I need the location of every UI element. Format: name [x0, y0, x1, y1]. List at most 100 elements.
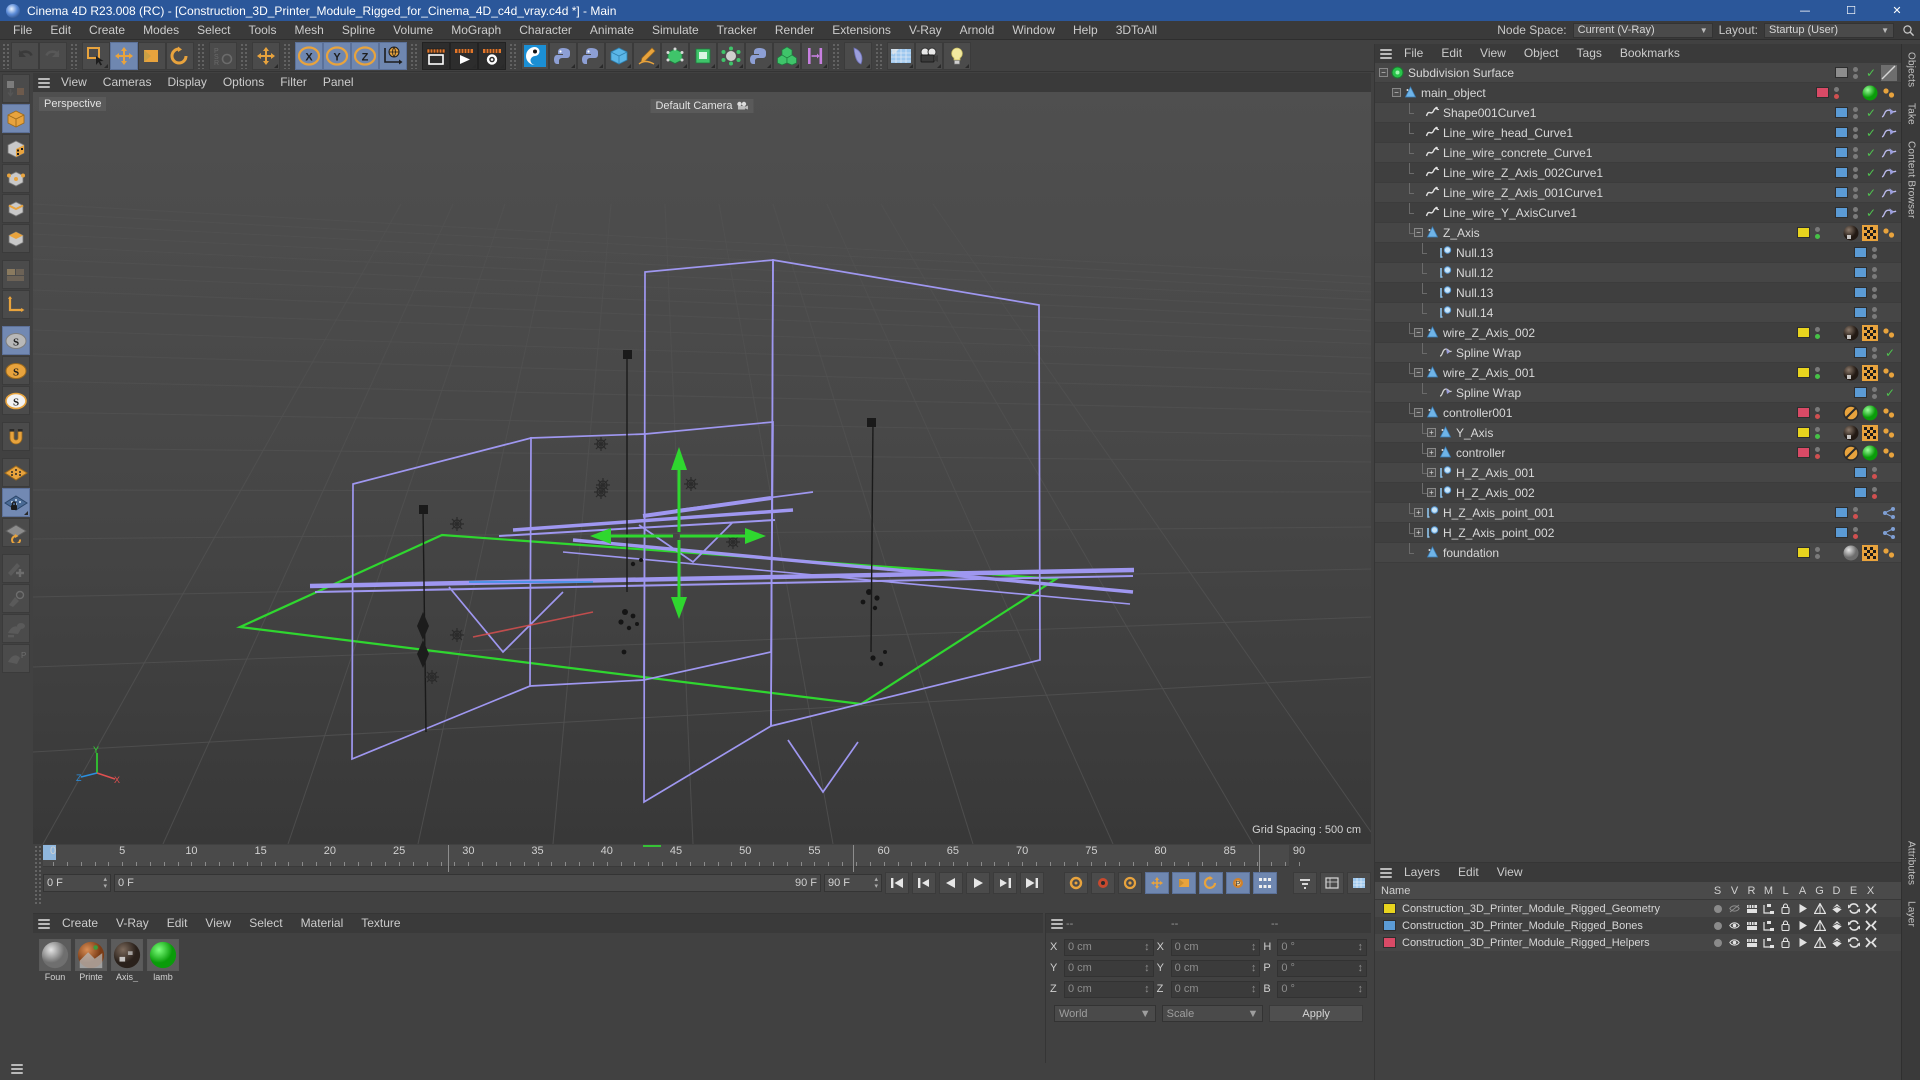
checker-icon[interactable]	[1862, 224, 1878, 241]
menu-tracker[interactable]: Tracker	[708, 21, 766, 40]
object-row[interactable]: Spline Wrap ✓	[1375, 382, 1901, 403]
tree-expander-minus-icon[interactable]: −	[1392, 88, 1401, 97]
layer-deformer-toggle[interactable]	[1828, 937, 1845, 948]
layer-expression-toggle[interactable]	[1845, 920, 1862, 931]
stepper-icon[interactable]: ▴ ▾	[874, 876, 878, 890]
layer-animation-toggle[interactable]	[1794, 920, 1811, 931]
object-color-swatch[interactable]	[1797, 427, 1810, 438]
object-row[interactable]: Null.14	[1375, 302, 1901, 323]
next-frame-button[interactable]	[993, 872, 1017, 894]
menu-select[interactable]: Select	[188, 21, 239, 40]
tree-expander-minus-icon[interactable]: −	[1414, 228, 1423, 237]
spline-wrap-icon[interactable]	[1881, 165, 1897, 181]
previous-frame-button[interactable]	[912, 872, 936, 894]
snap-settings-button[interactable]: S	[1, 356, 30, 385]
deformer-bend-button[interactable]	[844, 41, 872, 70]
dot-icon[interactable]	[1881, 445, 1897, 461]
object-tree[interactable]: − Subdivision Surface ✓ − main_object Shape00…	[1375, 63, 1901, 862]
menu-character[interactable]: Character	[510, 21, 581, 40]
layer-deformer-toggle[interactable]	[1828, 903, 1845, 914]
menu-mesh[interactable]: Mesh	[285, 21, 332, 40]
layer-visible-toggle[interactable]	[1726, 904, 1743, 913]
object-enable-checkmark[interactable]: ✓	[1864, 146, 1878, 160]
object-row[interactable]: + H_Z_Axis_001	[1375, 462, 1901, 483]
constraint-icon[interactable]	[1881, 525, 1897, 541]
viewport-menu-panel[interactable]: Panel	[315, 73, 362, 92]
dot-icon[interactable]	[1881, 545, 1897, 561]
scale-tool-button[interactable]	[138, 41, 166, 70]
current-frame-field[interactable]: 0 F ▴ ▾	[43, 874, 111, 892]
dot-icon[interactable]	[1881, 405, 1897, 421]
y-axis-button[interactable]: Y	[323, 41, 351, 70]
object-color-swatch[interactable]	[1835, 147, 1848, 158]
psr-lock-button[interactable]: PSR	[209, 41, 237, 70]
object-color-swatch[interactable]	[1835, 527, 1848, 538]
layer-solo-toggle[interactable]	[1709, 938, 1726, 947]
object-row[interactable]: + H_Z_Axis_002	[1375, 482, 1901, 503]
menu-volume[interactable]: Volume	[384, 21, 442, 40]
menu-window[interactable]: Window	[1003, 21, 1064, 40]
autokeying-button[interactable]	[1320, 872, 1344, 894]
layer-manager-toggle[interactable]	[1760, 920, 1777, 931]
spline-wrap-icon[interactable]	[1881, 125, 1897, 141]
object-enable-checkmark[interactable]: ✓	[1864, 106, 1878, 120]
layer-xref-toggle[interactable]	[1862, 903, 1879, 914]
search-icon[interactable]	[1900, 23, 1916, 38]
object-color-swatch[interactable]	[1854, 247, 1867, 258]
move-tool-button[interactable]	[110, 41, 138, 70]
object-color-swatch[interactable]	[1797, 447, 1810, 458]
coordinate-mode-dropdown[interactable]: Scale ▼	[1161, 1005, 1264, 1022]
object-menu-file[interactable]: File	[1395, 44, 1432, 63]
go-to-end-button[interactable]	[1020, 872, 1044, 894]
size-x-field[interactable]: 0 cm ↕	[1170, 938, 1261, 956]
object-enable-checkmark[interactable]: ✓	[1864, 206, 1878, 220]
layer-generator-toggle[interactable]	[1811, 903, 1828, 914]
stepper-icon[interactable]: ↕	[1251, 941, 1257, 953]
workplane-rotate-button[interactable]	[1, 518, 30, 547]
layer-expression-toggle[interactable]	[1845, 903, 1862, 914]
object-color-swatch[interactable]	[1854, 387, 1867, 398]
size-y-field[interactable]: 0 cm ↕	[1170, 959, 1261, 977]
tree-expander-plus-icon[interactable]: +	[1427, 488, 1436, 497]
layer-render-toggle[interactable]	[1743, 938, 1760, 948]
edge-tab-objects[interactable]: Objects	[1906, 44, 1917, 95]
timeline-ruler[interactable]: 0 5 10 15 20 25 30 35 40 45 50 55 60 65 70 75 80 85 90	[43, 845, 1305, 872]
object-row[interactable]: − wire_Z_Axis_001	[1375, 362, 1901, 383]
object-color-swatch[interactable]	[1835, 187, 1848, 198]
hamburger-icon[interactable]	[1377, 46, 1395, 61]
gray-sphere-icon[interactable]	[1843, 545, 1859, 561]
object-visibility-dots[interactable]	[1814, 366, 1821, 379]
menu-create[interactable]: Create	[80, 21, 134, 40]
stepper-icon[interactable]: ↕	[1144, 983, 1150, 995]
spline-wrap-icon[interactable]	[1881, 145, 1897, 161]
material-item[interactable]: lamb	[147, 939, 179, 982]
object-color-swatch[interactable]	[1797, 407, 1810, 418]
polygons-mode-button[interactable]	[1, 224, 30, 253]
material-item[interactable]: Foun	[39, 939, 71, 982]
hamburger-icon[interactable]	[1377, 865, 1395, 880]
record-param-button[interactable]: P	[1226, 872, 1250, 894]
viewport-3d[interactable]: Perspective Default Camera Grid Spacing …	[33, 92, 1371, 844]
object-enable-checkmark[interactable]: ✓	[1864, 186, 1878, 200]
layer-animation-toggle[interactable]	[1794, 937, 1811, 948]
undo-button[interactable]	[11, 41, 39, 70]
tree-expander-plus-icon[interactable]: +	[1427, 448, 1436, 457]
checker-icon[interactable]	[1862, 324, 1878, 341]
stepper-icon[interactable]: ↕	[1251, 983, 1257, 995]
layers-list[interactable]: Construction_3D_Printer_Module_Rigged_Ge…	[1375, 900, 1901, 951]
tree-expander-minus-icon[interactable]: −	[1379, 68, 1388, 77]
object-visibility-dots[interactable]	[1871, 266, 1878, 279]
edge-tab-layer[interactable]: Layer	[1906, 893, 1917, 935]
object-visibility-dots[interactable]	[1814, 446, 1821, 459]
object-row[interactable]: − wire_Z_Axis_002	[1375, 322, 1901, 343]
object-row[interactable]: Null.12	[1375, 262, 1901, 283]
layer-color-swatch[interactable]	[1383, 920, 1396, 931]
layer-xref-toggle[interactable]	[1862, 937, 1879, 948]
layer-deformer-toggle[interactable]	[1828, 920, 1845, 931]
viewport-menu-options[interactable]: Options	[215, 73, 272, 92]
python-tag-button[interactable]	[577, 41, 605, 70]
timeline-settings-button[interactable]	[1347, 872, 1371, 894]
layer-row[interactable]: Construction_3D_Printer_Module_Rigged_He…	[1375, 934, 1901, 951]
object-color-swatch[interactable]	[1797, 547, 1810, 558]
object-visibility-dots[interactable]	[1871, 306, 1878, 319]
